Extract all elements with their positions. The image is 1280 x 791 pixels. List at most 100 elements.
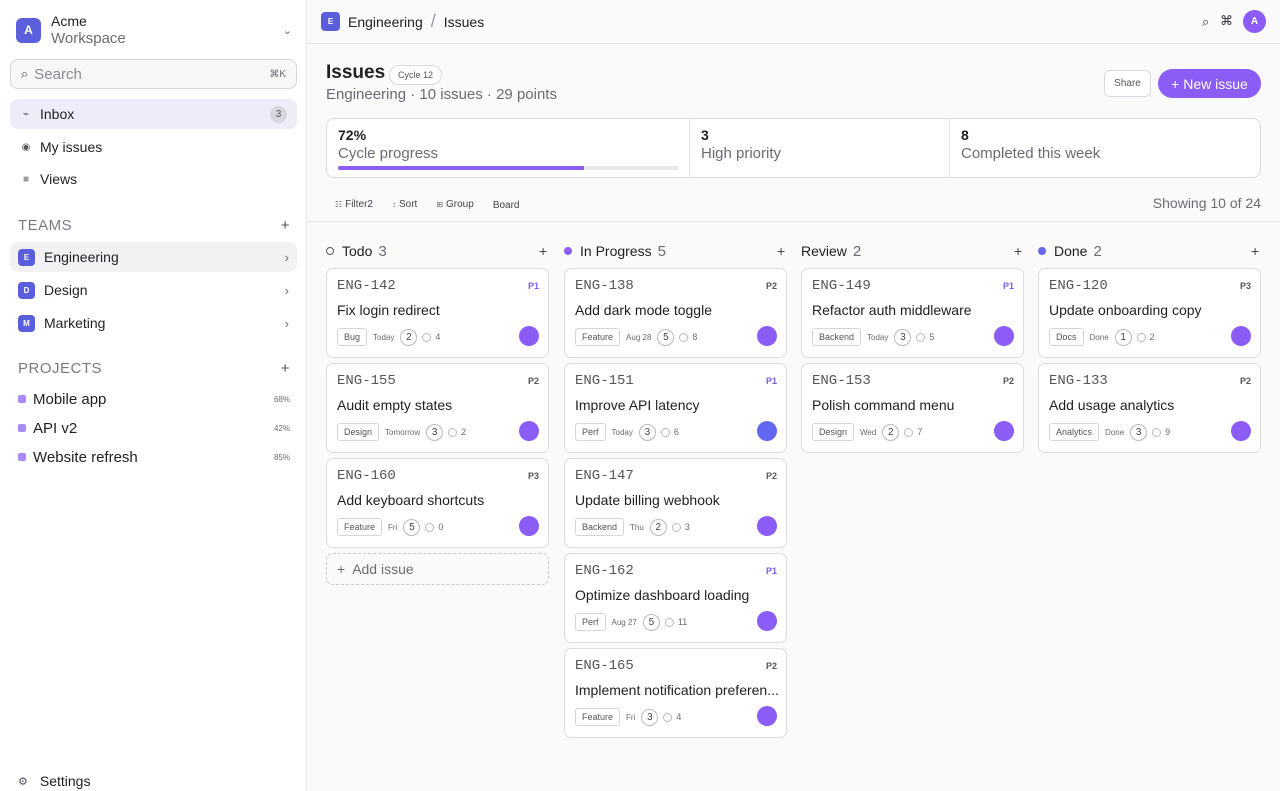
sidebar-team-marketing[interactable]: M Marketing › bbox=[10, 308, 297, 338]
due-date: Wed bbox=[860, 427, 877, 437]
stat-value: 8 bbox=[961, 127, 969, 143]
board-view-button[interactable]: Board bbox=[493, 200, 520, 211]
issue-card[interactable]: ENG-155 P2 Audit empty states Design Tomorro… bbox=[326, 363, 549, 453]
search-input[interactable] bbox=[34, 65, 270, 83]
filter-button[interactable]: ☷ Filter 2 bbox=[326, 199, 373, 210]
grid-icon: ⊞ bbox=[436, 199, 444, 209]
label-tag[interactable]: Backend bbox=[575, 518, 625, 536]
label-tag[interactable]: Analytics bbox=[1049, 423, 1100, 441]
comment-count: 0 bbox=[425, 522, 443, 532]
breadcrumb-team[interactable]: Engineering bbox=[348, 14, 423, 30]
group-label: Group bbox=[446, 198, 474, 210]
estimate-badge: 3 bbox=[638, 423, 656, 441]
filter-count: 2 bbox=[367, 198, 373, 210]
estimate-badge: 5 bbox=[642, 613, 660, 631]
issue-id: ENG-120 bbox=[1049, 278, 1108, 294]
label-tag[interactable]: Feature bbox=[575, 328, 621, 346]
issue-card[interactable]: ENG-149 P1 Refactor auth middleware Backend… bbox=[801, 268, 1024, 358]
comment-count: 6 bbox=[660, 427, 679, 437]
workspace-switcher[interactable]: A Acme Workspace ⌄ bbox=[16, 12, 298, 48]
issue-card[interactable]: ENG-142 P1 Fix login redirect Bug Today 2 4 bbox=[326, 268, 549, 358]
nav-item-my-issues[interactable]: ◉ My issues bbox=[10, 132, 297, 162]
assignee-avatar[interactable] bbox=[757, 611, 777, 631]
stat-label: High priority bbox=[701, 145, 782, 162]
comment-count-value: 7 bbox=[917, 427, 923, 437]
workspace-name-line1: Acme bbox=[51, 13, 87, 29]
assignee-avatar[interactable] bbox=[519, 326, 539, 346]
sidebar-team-design[interactable]: D Design › bbox=[10, 275, 297, 305]
settings-link[interactable]: ⚙ Settings bbox=[18, 771, 90, 791]
comment-count-value: 2 bbox=[1149, 332, 1155, 342]
issue-meta: Perf Aug 27 5 11 bbox=[575, 613, 778, 631]
label-tag[interactable]: Feature bbox=[575, 708, 621, 726]
column-title: Todo bbox=[342, 243, 373, 259]
priority-badge: P2 bbox=[1239, 376, 1251, 386]
label-tag[interactable]: Design bbox=[337, 423, 380, 441]
label-tag[interactable]: Perf bbox=[575, 613, 606, 631]
label-tag[interactable]: Design bbox=[812, 423, 855, 441]
add-issue-button[interactable]: + Add issue bbox=[326, 553, 549, 585]
comment-icon bbox=[425, 522, 435, 532]
label-tag[interactable]: Backend bbox=[812, 328, 862, 346]
sidebar-project-api-v2[interactable]: API v2 42% bbox=[18, 417, 290, 439]
breadcrumb-page[interactable]: Issues bbox=[444, 14, 484, 30]
issue-card[interactable]: ENG-133 P2 Add usage analytics Analytics Don… bbox=[1038, 363, 1261, 453]
issue-title: Add keyboard shortcuts bbox=[337, 492, 485, 508]
issue-card[interactable]: ENG-160 P3 Add keyboard shortcuts Feature Fr… bbox=[326, 458, 549, 548]
assignee-avatar[interactable] bbox=[757, 706, 777, 726]
assignee-avatar[interactable] bbox=[519, 421, 539, 441]
issue-card[interactable]: ENG-153 P2 Polish command menu Design Wed 2 7 bbox=[801, 363, 1024, 453]
comment-count: 4 bbox=[663, 712, 681, 722]
sidebar-project-mobile-app[interactable]: Mobile app 68% bbox=[18, 388, 290, 410]
add-team-button[interactable]: + bbox=[281, 217, 290, 234]
sort-button[interactable]: ↕ Sort bbox=[392, 199, 417, 210]
issue-card[interactable]: ENG-162 P1 Optimize dashboard loading Perf A… bbox=[564, 553, 787, 643]
sidebar-team-engineering[interactable]: E Engineering › bbox=[10, 242, 297, 272]
add-card-button[interactable]: + bbox=[1251, 243, 1259, 259]
cycle-badge[interactable]: Cycle 12 bbox=[389, 65, 443, 85]
issue-id: ENG-138 bbox=[575, 278, 634, 294]
nav-item-label: Inbox bbox=[40, 106, 75, 122]
share-button[interactable]: Share bbox=[1104, 70, 1151, 97]
issue-meta: Feature Fri 3 4 bbox=[575, 708, 778, 726]
nav-item-views[interactable]: ■ Views bbox=[10, 164, 297, 194]
add-card-button[interactable]: + bbox=[539, 243, 547, 259]
comment-count-value: 4 bbox=[435, 332, 441, 342]
add-card-button[interactable]: + bbox=[777, 243, 785, 259]
issue-id: ENG-149 bbox=[812, 278, 871, 294]
command-icon[interactable]: ⌘ bbox=[1220, 13, 1233, 29]
assignee-avatar[interactable] bbox=[994, 421, 1014, 441]
views-icon: ■ bbox=[22, 173, 30, 185]
label-tag[interactable]: Perf bbox=[575, 423, 606, 441]
assignee-avatar[interactable] bbox=[994, 326, 1014, 346]
issue-card[interactable]: ENG-147 P2 Update billing webhook Backend Th… bbox=[564, 458, 787, 548]
assignee-avatar[interactable] bbox=[519, 516, 539, 536]
label-tag[interactable]: Docs bbox=[1049, 328, 1084, 346]
user-avatar[interactable]: A bbox=[1243, 10, 1266, 33]
assignee-avatar[interactable] bbox=[757, 516, 777, 536]
issue-card[interactable]: ENG-138 P2 Add dark mode toggle Feature Aug … bbox=[564, 268, 787, 358]
issue-card[interactable]: ENG-120 P3 Update onboarding copy Docs Done 1… bbox=[1038, 268, 1261, 358]
issue-card[interactable]: ENG-151 P1 Improve API latency Perf Today 3 6 bbox=[564, 363, 787, 453]
team-label: Engineering bbox=[44, 249, 119, 265]
add-project-button[interactable]: + bbox=[281, 360, 290, 377]
nav-item-inbox[interactable]: ⌁ Inbox 3 bbox=[10, 99, 297, 129]
issue-title: Audit empty states bbox=[337, 397, 453, 413]
assignee-avatar[interactable] bbox=[757, 326, 777, 346]
search-icon[interactable]: ⌕ bbox=[1202, 14, 1209, 30]
assignee-avatar[interactable] bbox=[1231, 421, 1251, 441]
label-tag[interactable]: Bug bbox=[337, 328, 368, 346]
add-card-button[interactable]: + bbox=[1014, 243, 1022, 259]
due-date: Fri bbox=[388, 522, 398, 532]
issue-card[interactable]: ENG-165 P2 Implement notification preferen… bbox=[564, 648, 787, 738]
comment-icon bbox=[916, 332, 926, 342]
label-tag[interactable]: Feature bbox=[337, 518, 383, 536]
group-button[interactable]: ⊞ Group bbox=[436, 199, 474, 210]
comment-count: 3 bbox=[671, 522, 690, 532]
new-issue-button[interactable]: + New issue bbox=[1158, 69, 1261, 98]
settings-label: Settings bbox=[39, 773, 91, 789]
assignee-avatar[interactable] bbox=[757, 421, 777, 441]
issue-id: ENG-165 bbox=[575, 658, 634, 674]
sidebar-project-website-refresh[interactable]: Website refresh 85% bbox=[18, 446, 290, 468]
assignee-avatar[interactable] bbox=[1231, 326, 1251, 346]
